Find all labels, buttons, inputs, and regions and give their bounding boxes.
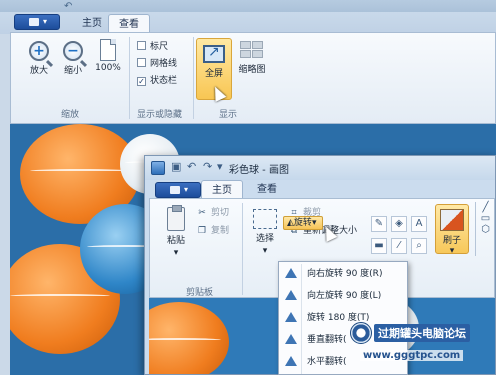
fullscreen-label: 全屏: [204, 69, 223, 79]
statusbar-check-box[interactable]: ✓: [137, 77, 146, 86]
paint-app-icon: [151, 161, 165, 175]
menu-item-label: 向右旋转 90 度(R): [307, 269, 383, 279]
customize-qa-icon[interactable]: ▾: [217, 160, 223, 174]
watermark-title: 过期罐头电脑论坛: [374, 324, 470, 342]
ruler-label: 标尺: [150, 42, 169, 52]
flip-vertical-icon: [285, 334, 297, 344]
eraser-icon[interactable]: ▬: [371, 238, 387, 254]
thumbnail-button[interactable]: 缩略图: [235, 41, 269, 75]
scissors-icon: ✂: [198, 208, 206, 218]
menu-glyph-icon: [29, 18, 39, 26]
thumbnail-icon: [240, 41, 264, 59]
ruler-check-box[interactable]: [137, 41, 146, 50]
chevron-down-icon: ▾: [43, 17, 48, 26]
forum-logo-icon: [350, 322, 372, 344]
rotate-180-icon: [285, 312, 297, 322]
menu-item-rotate-left[interactable]: 向左旋转 90 度(L): [279, 286, 407, 306]
color-picker-icon[interactable]: ⁄: [391, 238, 407, 254]
group-divider: [193, 37, 194, 119]
magnifier-icon[interactable]: ⌕: [411, 238, 427, 254]
hexagon-shape-icon[interactable]: ⬡: [476, 224, 495, 235]
rotate-right-icon: [285, 268, 297, 278]
quick-access-arrow-icon[interactable]: ↶: [64, 2, 78, 12]
rotate-label: 旋转: [293, 218, 312, 228]
undo-icon[interactable]: ↶: [187, 160, 196, 174]
show-hide-group-label: 显示或隐藏: [137, 110, 183, 120]
copy-label: 复制: [211, 226, 230, 236]
zoom-in-button[interactable]: + 放大: [25, 41, 53, 76]
chevron-down-icon: ▾: [311, 218, 317, 228]
front-app-menu-button[interactable]: ▾: [155, 182, 201, 198]
redo-icon[interactable]: ↷: [203, 160, 212, 174]
lantern-image: [149, 302, 229, 374]
back-tab-home[interactable]: 主页: [72, 14, 112, 34]
text-icon[interactable]: A: [411, 216, 427, 232]
back-ribbon-panel: + 放大 − 缩小 100% 缩放 标尺 网格线 ✓ 状态栏 显示或隐藏 缩略图…: [10, 32, 496, 124]
statusbar-checkbox[interactable]: ✓ 状态栏: [137, 75, 177, 87]
chevron-down-icon: ▾: [449, 246, 455, 256]
chevron-down-icon: ▾: [184, 185, 189, 194]
zoom-out-button[interactable]: − 缩小: [59, 41, 87, 76]
cut-label: 剪切: [211, 208, 230, 218]
menu-item-rotate-right[interactable]: 向右旋转 90 度(R): [279, 264, 407, 284]
menu-item-label: 垂直翻转(: [307, 335, 347, 345]
rotate-left-icon: [285, 290, 297, 300]
zoom-100-label: 100%: [95, 63, 121, 73]
copy-button[interactable]: ❐ 复制: [196, 225, 229, 237]
rotate-icon: ◭: [287, 218, 294, 228]
paste-icon: [167, 205, 185, 231]
fill-bucket-icon[interactable]: ◈: [391, 216, 407, 232]
zoom-100-button[interactable]: 100%: [93, 39, 123, 73]
group-divider: [242, 203, 243, 295]
copy-icon: ❐: [197, 226, 207, 236]
flip-horizontal-icon: [285, 356, 297, 366]
line-shape-icon[interactable]: ╱: [476, 202, 495, 213]
pencil-icon[interactable]: ✎: [371, 216, 387, 232]
gridlines-checkbox[interactable]: 网格线: [137, 58, 177, 70]
zoom-in-icon: +: [29, 41, 49, 61]
thumbnail-label: 缩略图: [238, 65, 266, 75]
display-group-label: 显示: [219, 110, 238, 120]
back-ribbon-tabs: ▾ 主页 查看: [0, 12, 496, 34]
window-title: 彩色球 - 画图: [229, 165, 289, 176]
zoom-group-label: 缩放: [61, 110, 80, 120]
brushes-button[interactable]: 刷子 ▾: [435, 204, 469, 256]
back-app-menu-button[interactable]: ▾: [14, 14, 60, 30]
paste-button[interactable]: 粘贴 ▾: [162, 205, 190, 258]
rotate-button[interactable]: ◭旋转▾: [283, 216, 323, 230]
chevron-down-icon: ▾: [262, 246, 268, 256]
forum-watermark: 过期罐头电脑论坛 www.gggtpc.com: [346, 320, 496, 375]
front-ribbon-tabs: ▾ 主页 查看: [145, 180, 495, 200]
front-title-bar: ▣ ↶ ↷ ▾ 彩色球 - 画图: [145, 156, 495, 180]
ruler-checkbox[interactable]: 标尺: [137, 41, 168, 53]
clipboard-group-label: 剪贴板: [186, 288, 214, 298]
select-rectangle-icon: [253, 209, 277, 229]
back-tab-view[interactable]: 查看: [108, 14, 150, 34]
brushes-label: 刷子: [442, 236, 461, 246]
save-icon[interactable]: ▣: [171, 160, 181, 174]
group-divider: [129, 37, 130, 119]
paste-label: 粘贴: [166, 236, 185, 246]
zoom-out-icon: −: [63, 41, 83, 61]
fullscreen-icon: [203, 44, 225, 63]
menu-item-label: 向左旋转 90 度(L): [307, 291, 382, 301]
watermark-url: www.gggtpc.com: [360, 350, 464, 361]
select-button[interactable]: 选择 ▾: [250, 209, 280, 256]
statusbar-label: 状态栏: [150, 76, 178, 86]
select-label: 选择: [255, 234, 274, 244]
gridlines-label: 网格线: [150, 59, 178, 69]
menu-item-label: 水平翻转(: [307, 357, 347, 367]
gridlines-check-box[interactable]: [137, 58, 146, 67]
menu-glyph-icon: [170, 186, 180, 194]
shapes-panel[interactable]: ╱ ▭ ⬡: [475, 202, 495, 256]
front-tab-view[interactable]: 查看: [247, 180, 287, 200]
chevron-down-icon: ▾: [173, 248, 179, 258]
brush-icon: [440, 209, 464, 231]
cut-button[interactable]: ✂ 剪切: [196, 207, 229, 219]
front-tab-home[interactable]: 主页: [201, 180, 243, 200]
page-icon: [100, 39, 116, 61]
rectangle-shape-icon[interactable]: ▭: [476, 213, 495, 224]
